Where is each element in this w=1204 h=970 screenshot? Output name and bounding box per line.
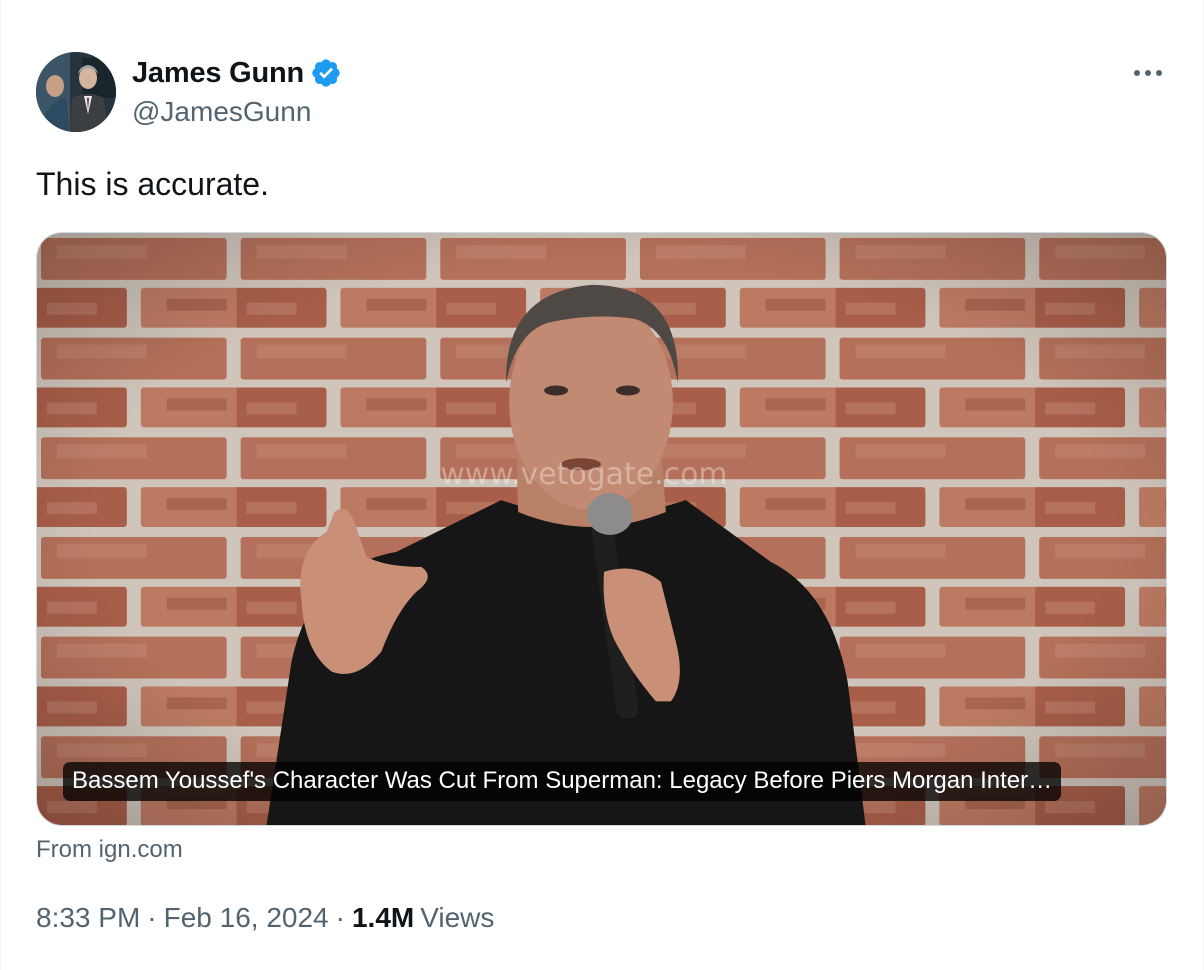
avatar-photo — [36, 52, 116, 132]
author-handle[interactable]: @JamesGunn — [132, 96, 342, 128]
tweet-text: This is accurate. — [36, 166, 269, 202]
author-avatar[interactable] — [36, 52, 116, 132]
tweet-meta: 8:33 PM · Feb 16, 2024 · 1.4M Views — [36, 902, 494, 934]
verified-badge-icon[interactable] — [310, 57, 342, 89]
more-options-button[interactable] — [1131, 58, 1165, 88]
watermark-text: www.vetogate.com — [440, 457, 727, 492]
tweet-time[interactable]: 8:33 PM — [36, 902, 140, 934]
tweet-date[interactable]: Feb 16, 2024 — [164, 902, 329, 934]
card-image: www.vetogate.com — [37, 233, 1166, 825]
author-names: James Gunn @JamesGunn — [132, 56, 342, 128]
card-title[interactable]: Bassem Youssef's Character Was Cut From … — [63, 762, 1062, 801]
meta-separator: · — [147, 902, 157, 933]
tweet-header: James Gunn @JamesGunn — [36, 52, 342, 132]
link-card[interactable]: www.vetogate.com Bassem Youssef's Charac… — [36, 232, 1167, 826]
card-source[interactable]: From ign.com — [36, 836, 183, 864]
author-display-name[interactable]: James Gunn — [132, 57, 304, 90]
views-label: Views — [420, 902, 495, 933]
display-name-row: James Gunn — [132, 56, 342, 90]
tweet-article: James Gunn @JamesGunn This is accurate. — [0, 0, 1204, 970]
more-options-icon — [1134, 70, 1162, 76]
views-count[interactable]: 1.4M — [352, 902, 414, 934]
meta-separator: · — [335, 902, 345, 933]
